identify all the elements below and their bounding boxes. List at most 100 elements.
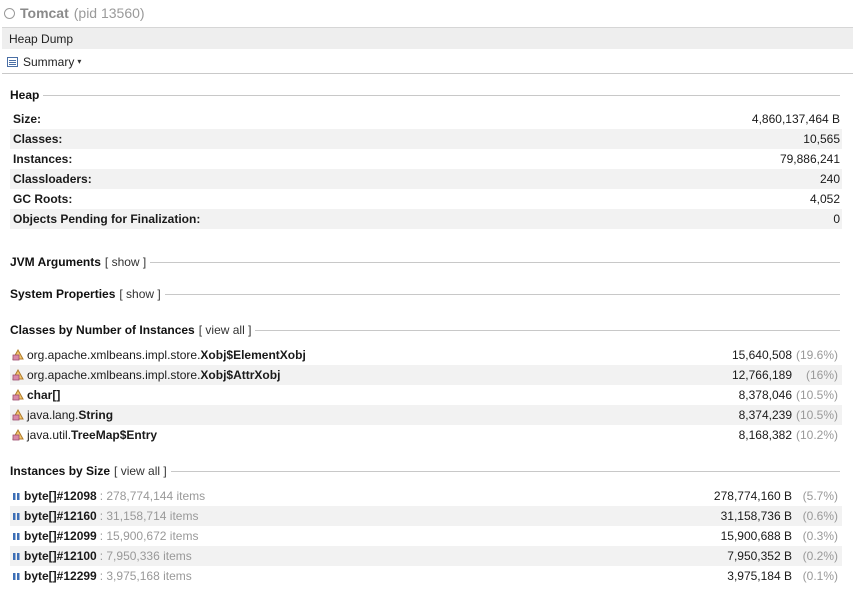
heap-row: GC Roots: 4,052 — [10, 189, 842, 209]
divider — [170, 470, 840, 472]
heap-row-value: 79,886,241 — [779, 152, 840, 166]
array-icon — [13, 572, 20, 580]
system-properties-header: System Properties [ show ] — [10, 286, 840, 302]
instance-size-percent: (0.1%) — [802, 569, 838, 583]
divider — [43, 94, 840, 96]
instance-row[interactable]: byte[]#12100 : 7,950,336 items 7,950,352… — [10, 546, 842, 566]
instance-percent: (19.6%) — [795, 348, 838, 362]
instances-by-size-title: Instances by Size — [10, 464, 111, 478]
instances-view-all-link[interactable]: [ view all ] — [114, 464, 167, 478]
instance-items: : 278,774,144 items — [99, 489, 206, 503]
instance-count: 8,374,239 — [738, 408, 792, 422]
view-selector-label[interactable]: Summary — [23, 55, 74, 69]
instance-row[interactable]: byte[]#12160 : 31,158,714 items 31,158,7… — [10, 506, 842, 526]
instance-size-percent: (0.3%) — [802, 529, 838, 543]
heap-row-label: Classloaders: — [13, 172, 92, 186]
class-row[interactable]: org.apache.xmlbeans.impl.store.Xobj$Attr… — [10, 365, 842, 385]
heap-row-value: 10,565 — [803, 132, 840, 146]
classes-list: org.apache.xmlbeans.impl.store.Xobj$Elem… — [10, 345, 842, 445]
instance-count: 12,766,189 — [731, 368, 792, 382]
instance-size: 15,900,688 B — [720, 529, 792, 543]
instance-row[interactable]: byte[]#12099 : 15,900,672 items 15,900,6… — [10, 526, 842, 546]
class-name: java.lang.String — [27, 408, 114, 422]
instance-row[interactable]: byte[]#12098 : 278,774,144 items 278,774… — [10, 486, 842, 506]
instances-by-size-header: Instances by Size [ view all ] — [10, 463, 840, 479]
instance-items: : 3,975,168 items — [99, 569, 192, 583]
class-name: org.apache.xmlbeans.impl.store.Xobj$Elem… — [27, 348, 306, 362]
heap-row-label: Classes: — [13, 132, 63, 146]
heap-row: Classes: 10,565 — [10, 129, 842, 149]
heap-row-label: Objects Pending for Finalization: — [13, 212, 201, 226]
jvm-arguments-header: JVM Arguments [ show ] — [10, 254, 840, 270]
tab-heap-dump[interactable]: Heap Dump — [2, 27, 853, 49]
heap-row-label: Size: — [13, 112, 42, 126]
process-status-icon — [4, 7, 15, 19]
class-icon — [12, 409, 24, 421]
array-icon — [13, 492, 20, 500]
instance-count: 15,640,508 — [731, 348, 792, 362]
class-row[interactable]: java.util.TreeMap$Entry 8,168,382 (10.2%… — [10, 425, 842, 445]
class-name: java.util.TreeMap$Entry — [27, 428, 158, 442]
heap-row-value: 240 — [819, 172, 840, 186]
jvm-arguments-show-link[interactable]: [ show ] — [105, 255, 146, 269]
classes-by-instances-header: Classes by Number of Instances [ view al… — [10, 322, 840, 338]
instance-size: 3,975,184 B — [727, 569, 792, 583]
divider — [150, 261, 840, 263]
array-icon — [13, 532, 20, 540]
instance-name: byte[]#12099 — [24, 529, 97, 543]
heap-row: Objects Pending for Finalization: 0 — [10, 209, 842, 229]
divider — [255, 329, 840, 331]
instance-name: byte[]#12160 — [24, 509, 97, 523]
heap-row: Size: 4,860,137,464 B — [10, 109, 842, 129]
heap-section-header: Heap — [10, 87, 840, 103]
instance-size-percent: (5.7%) — [802, 489, 838, 503]
heap-row-value: 4,860,137,464 B — [751, 112, 840, 126]
class-icon — [12, 429, 24, 441]
class-name: org.apache.xmlbeans.impl.store.Xobj$Attr… — [27, 368, 281, 382]
class-row[interactable]: char[] 8,378,046 (10.5%) — [10, 385, 842, 405]
instance-count: 8,378,046 — [738, 388, 792, 402]
window-title: Tomcat — [20, 5, 69, 21]
instance-size: 31,158,736 B — [720, 509, 792, 523]
instance-name: byte[]#12299 — [24, 569, 97, 583]
class-icon — [12, 349, 24, 361]
array-icon — [13, 512, 20, 520]
view-selector[interactable]: Summary ▾ — [2, 50, 853, 74]
instance-row[interactable]: byte[]#12299 : 3,975,168 items 3,975,184… — [10, 566, 842, 586]
instance-name: byte[]#12100 — [24, 549, 97, 563]
class-icon — [12, 389, 24, 401]
heap-table: Size: 4,860,137,464 B Classes: 10,565 In… — [10, 109, 842, 229]
instance-items: : 15,900,672 items — [99, 529, 199, 543]
instances-list: byte[]#12098 : 278,774,144 items 278,774… — [10, 486, 842, 586]
instance-size-percent: (0.6%) — [802, 509, 838, 523]
heap-row-value: 4,052 — [809, 192, 840, 206]
array-icon — [13, 552, 20, 560]
divider — [164, 293, 840, 295]
heap-section-title: Heap — [10, 88, 40, 102]
heap-row-label: GC Roots: — [13, 192, 73, 206]
instance-percent: (10.2%) — [795, 428, 838, 442]
system-properties-show-link[interactable]: [ show ] — [119, 287, 160, 301]
jvm-arguments-title: JVM Arguments — [10, 255, 101, 269]
heap-row-label: Instances: — [13, 152, 73, 166]
class-row[interactable]: org.apache.xmlbeans.impl.store.Xobj$Elem… — [10, 345, 842, 365]
window-pid: (pid 13560) — [73, 5, 145, 21]
class-name: char[] — [27, 388, 61, 402]
instance-size: 278,774,160 B — [713, 489, 792, 503]
classes-view-all-link[interactable]: [ view all ] — [199, 323, 252, 337]
instance-items: : 31,158,714 items — [99, 509, 199, 523]
tab-heap-dump-label: Heap Dump — [9, 31, 74, 46]
instance-count: 8,168,382 — [738, 428, 792, 442]
heap-row-value: 0 — [833, 212, 840, 226]
instance-items: : 7,950,336 items — [99, 549, 192, 563]
title-bar: Tomcat (pid 13560) — [0, 0, 853, 26]
instance-size: 7,950,352 B — [727, 549, 792, 563]
system-properties-title: System Properties — [10, 287, 116, 301]
chevron-down-icon[interactable]: ▾ — [77, 57, 81, 66]
instance-percent: (10.5%) — [795, 408, 838, 422]
class-row[interactable]: java.lang.String 8,374,239 (10.5%) — [10, 405, 842, 425]
classes-by-instances-title: Classes by Number of Instances — [10, 323, 195, 337]
instance-size-percent: (0.2%) — [802, 549, 838, 563]
instance-percent: (10.5%) — [795, 388, 838, 402]
summary-view-icon — [7, 56, 18, 67]
